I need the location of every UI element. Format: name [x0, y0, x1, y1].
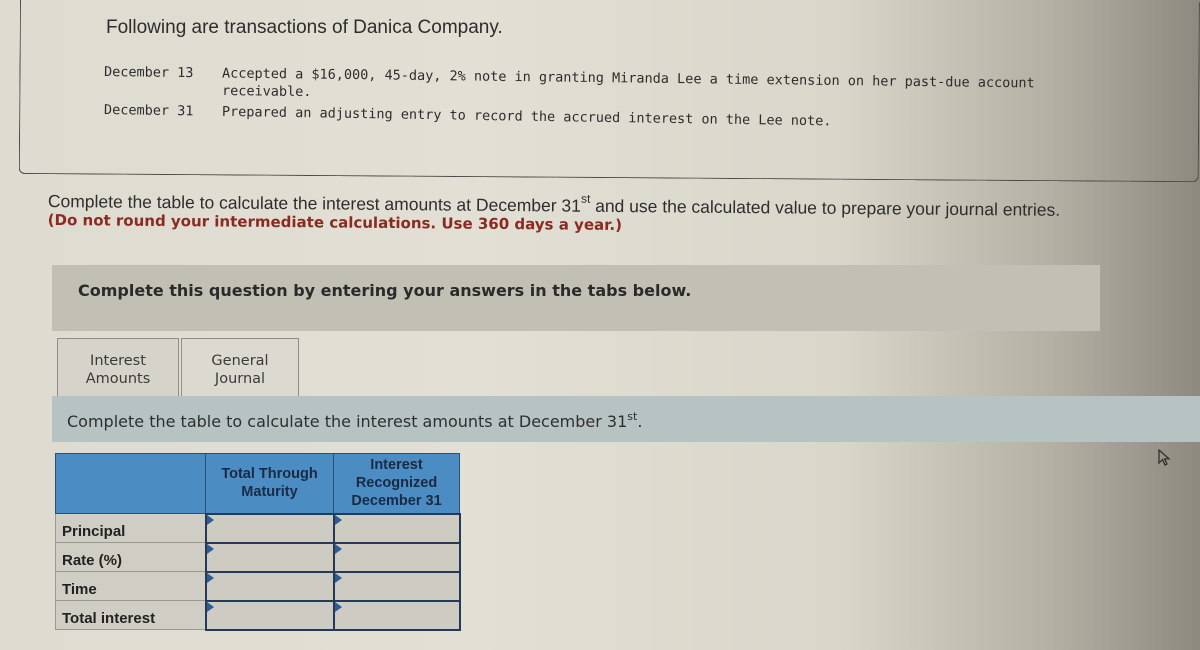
rate-total-input[interactable] — [206, 543, 333, 571]
input-flag-icon — [334, 572, 342, 583]
tab-content-instructions: Complete the table to calculate the inte… — [67, 410, 642, 431]
table-row-principal: Principal — [55, 512, 461, 544]
subbanner-text-end: . — [637, 412, 643, 431]
input-flag-icon — [206, 543, 214, 554]
table-row-rate: Rate (%) — [55, 541, 461, 573]
rate-dec31-input[interactable] — [334, 543, 459, 571]
tab-label-line1: Interest — [90, 353, 146, 369]
time-total-cell[interactable] — [204, 570, 335, 602]
banner-text: Complete this question by entering your … — [78, 281, 692, 300]
header-text: Interest — [370, 457, 423, 474]
tab-interest-amounts[interactable]: Interest Amounts — [57, 338, 179, 396]
transaction-date: December 31 — [103, 102, 194, 120]
principal-dec31-cell[interactable] — [332, 512, 461, 544]
input-flag-icon — [334, 601, 342, 612]
total-interest-total-input[interactable] — [206, 601, 333, 629]
total-interest-dec31-cell[interactable] — [332, 599, 461, 631]
header-text: Recognized — [355, 475, 438, 492]
problem-intro: Following are transactions of Danica Com… — [106, 17, 503, 38]
row-label: Time — [55, 571, 206, 601]
row-label: Total interest — [55, 600, 206, 630]
header-interest-recognized-dec31: Interest Recognized December 31 — [333, 453, 460, 514]
input-flag-icon — [334, 543, 342, 554]
rate-total-cell[interactable] — [204, 541, 335, 573]
total-interest-dec31-input[interactable] — [334, 601, 459, 629]
total-interest-total-cell[interactable] — [204, 599, 335, 631]
header-text: Total Through — [221, 466, 318, 483]
tab-label-line1: General — [211, 353, 269, 369]
time-dec31-cell[interactable] — [332, 570, 461, 602]
time-dec31-input[interactable] — [334, 572, 459, 600]
tab-general-journal[interactable]: General Journal — [181, 338, 299, 396]
input-flag-icon — [334, 514, 342, 525]
input-flag-icon — [206, 572, 214, 583]
table-row-total-interest: Total interest — [55, 599, 461, 631]
tab-bar: Interest Amounts General Journal — [57, 338, 299, 396]
table-row-time: Time — [55, 570, 461, 602]
instructions: Complete the table to calculate the inte… — [48, 188, 1188, 237]
row-label: Principal — [55, 513, 206, 543]
header-text: December 31 — [351, 493, 442, 510]
header-total-through-maturity: Total Through Maturity — [205, 453, 334, 514]
transaction-description-continued: receivable. — [221, 83, 312, 101]
table-header-row: Total Through Maturity Interest Recogniz… — [55, 453, 460, 514]
principal-total-cell[interactable] — [204, 512, 335, 544]
ordinal-suffix: st — [627, 410, 638, 423]
principal-total-input[interactable] — [206, 514, 333, 542]
row-label: Rate (%) — [55, 542, 206, 572]
time-total-input[interactable] — [206, 572, 333, 600]
header-blank — [55, 453, 206, 514]
tab-content-header: Complete the table to calculate the inte… — [52, 396, 1200, 442]
transaction-date: December 13 — [103, 64, 194, 82]
subbanner-text: Complete the table to calculate the inte… — [67, 412, 628, 431]
interest-table: Total Through Maturity Interest Recogniz… — [55, 453, 461, 631]
tab-label-line2: Amounts — [85, 371, 151, 387]
instructions-text-end: and use the calculated value to prepare … — [590, 195, 1061, 220]
mouse-pointer-icon — [1158, 449, 1171, 466]
header-text: Maturity — [241, 484, 298, 501]
principal-dec31-input[interactable] — [334, 514, 459, 542]
tabs-instruction-banner: Complete this question by entering your … — [52, 265, 1100, 331]
input-flag-icon — [206, 514, 214, 525]
rate-dec31-cell[interactable] — [332, 541, 461, 573]
tab-label-line2: Journal — [214, 371, 266, 387]
input-flag-icon — [206, 601, 214, 612]
